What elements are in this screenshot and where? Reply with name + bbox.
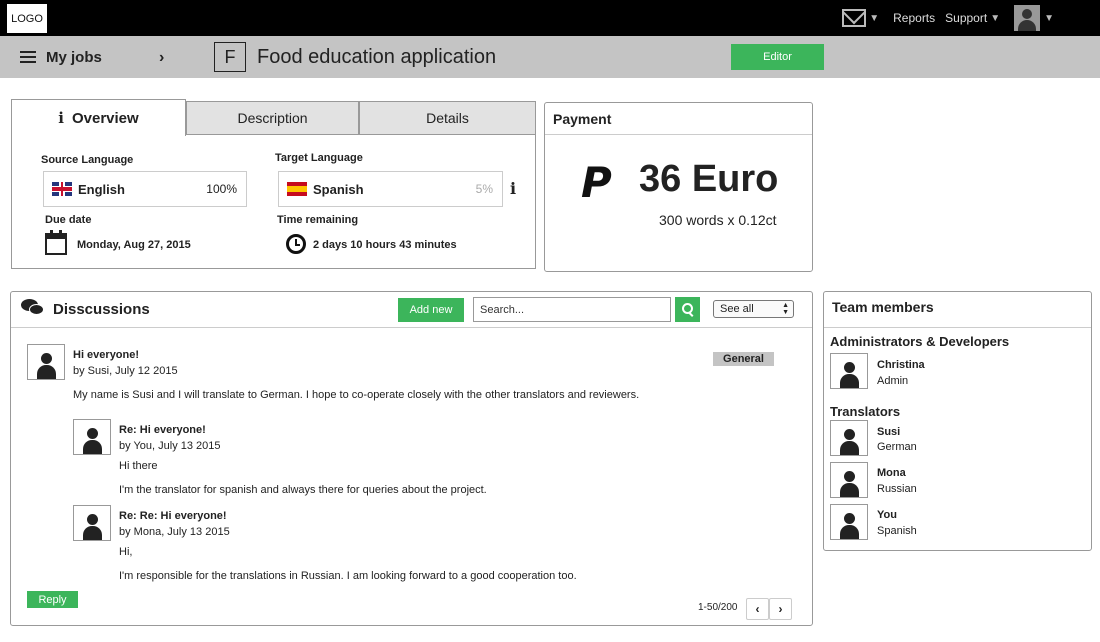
avatar[interactable] xyxy=(830,353,868,389)
post-title: Hi everyone! xyxy=(73,349,140,361)
discussions-title: Disscussions xyxy=(53,301,150,318)
avatar[interactable] xyxy=(73,419,111,455)
select-arrows-icon: ▲ ▼ xyxy=(782,302,789,316)
filter-value: See all xyxy=(720,303,754,315)
time-remaining-label: Time remaining xyxy=(277,214,359,226)
add-new-button[interactable]: Add new xyxy=(398,298,464,322)
user-avatar[interactable] xyxy=(1014,5,1041,31)
my-jobs-link[interactable]: My jobs xyxy=(46,49,102,66)
reports-label: Reports xyxy=(893,11,936,25)
top-right-menu: ▼ Reports Support ▼ ▼ xyxy=(842,0,1054,36)
job-header: My jobs › F Food education application E… xyxy=(0,36,1100,78)
tab-description[interactable]: Description xyxy=(186,101,359,135)
chevron-left-icon: ‹ xyxy=(755,602,760,616)
member-name[interactable]: You xyxy=(877,509,897,521)
discussions-header: Disscussions Add new See all ▲▼ xyxy=(11,292,812,328)
search-button[interactable] xyxy=(675,297,700,322)
tab-details-label: Details xyxy=(426,110,469,126)
info-icon[interactable]: i xyxy=(510,179,516,198)
due-date-label: Due date xyxy=(45,214,92,226)
avatar[interactable] xyxy=(830,420,868,456)
editor-button[interactable]: Editor xyxy=(731,44,824,70)
tab-description-label: Description xyxy=(237,110,308,126)
filter-select[interactable]: See all ▲ ▼ xyxy=(713,300,794,318)
post-body: I'm responsible for the translations in … xyxy=(119,570,577,582)
page-title: Food education application xyxy=(257,46,497,68)
chevron-right-icon: › xyxy=(159,49,165,66)
paypal-icon: P xyxy=(581,158,612,207)
target-language-label: Target Language xyxy=(275,152,363,164)
list-icon[interactable] xyxy=(20,51,36,63)
post-author: by Mona, July 13 2015 xyxy=(119,526,230,538)
source-language-label: Source Language xyxy=(41,154,134,166)
pagination-label: 1-50/200 xyxy=(698,602,738,613)
target-percent: 5% xyxy=(475,182,493,196)
avatar[interactable] xyxy=(73,505,111,541)
reply-button[interactable]: Reply xyxy=(27,591,78,608)
translators-section-title: Translators xyxy=(830,404,901,419)
member-role: Russian xyxy=(877,483,917,495)
post-title: Re: Re: Hi everyone! xyxy=(119,510,227,522)
tab-overview-label: Overview xyxy=(71,109,139,127)
chat-icon xyxy=(21,299,45,317)
source-language-value: English xyxy=(78,181,125,197)
post-author: by Susi, July 12 2015 xyxy=(73,365,178,377)
post-body: My name is Susi and I will translate to … xyxy=(73,389,640,401)
target-language-field[interactable]: Spanish 5% xyxy=(278,171,503,207)
calendar-icon xyxy=(45,230,67,255)
source-percent: 100% xyxy=(206,182,237,196)
team-title: Team members xyxy=(824,292,1091,328)
due-date-value: Monday, Aug 27, 2015 xyxy=(77,239,191,251)
job-initial-badge: F xyxy=(214,42,246,72)
category-badge: General xyxy=(713,352,774,366)
payment-title: Payment xyxy=(545,103,812,135)
logo[interactable]: LOGO xyxy=(7,4,47,33)
chevron-right-icon: › xyxy=(778,602,783,616)
chevron-down-icon[interactable]: ▼ xyxy=(869,13,879,24)
mail-icon[interactable] xyxy=(842,9,867,27)
tab-details[interactable]: Details xyxy=(359,101,536,135)
top-navbar: LOGO ▼ Reports Support ▼ ▼ xyxy=(0,0,1100,36)
payment-panel: Payment P 36 Euro 300 words x 0.12ct xyxy=(544,102,813,272)
support-label: Support xyxy=(945,11,988,25)
target-language-value: Spanish xyxy=(313,181,364,197)
post-body: Hi there xyxy=(119,460,158,472)
search-input[interactable] xyxy=(473,297,671,322)
avatar[interactable] xyxy=(830,462,868,498)
payment-rate: 300 words x 0.12ct xyxy=(659,212,777,228)
tab-overview[interactable]: i Overview xyxy=(11,99,186,136)
member-role: Spanish xyxy=(877,525,917,537)
discussions-panel: Disscussions Add new See all ▲▼ Hi every… xyxy=(10,291,813,626)
avatar[interactable] xyxy=(830,504,868,540)
support-menu[interactable]: Support ▼ xyxy=(945,11,1000,25)
uk-flag-icon xyxy=(52,182,72,196)
post-author: by You, July 13 2015 xyxy=(119,440,221,452)
member-role: German xyxy=(877,441,917,453)
source-language-field[interactable]: English 100% xyxy=(43,171,247,207)
spain-flag-icon xyxy=(287,182,307,196)
prev-page-button[interactable]: ‹ xyxy=(746,598,769,620)
payment-amount: 36 Euro xyxy=(639,158,779,200)
member-role: Admin xyxy=(877,375,909,387)
time-remaining-value: 2 days 10 hours 43 minutes xyxy=(313,239,457,251)
admins-section-title: Administrators & Developers xyxy=(830,334,1010,349)
reports-link[interactable]: Reports xyxy=(893,11,935,25)
overview-panel: Source Language English 100% Target Lang… xyxy=(11,134,536,269)
post-body: I'm the translator for spanish and alway… xyxy=(119,484,487,496)
post-title: Re: Hi everyone! xyxy=(119,424,206,436)
clock-icon xyxy=(286,234,306,254)
member-name[interactable]: Christina xyxy=(877,359,925,371)
member-name[interactable]: Susi xyxy=(877,426,900,438)
info-icon: i xyxy=(58,109,64,127)
chevron-down-icon: ▼ xyxy=(990,12,1001,24)
next-page-button[interactable]: › xyxy=(769,598,792,620)
post-body: Hi, xyxy=(119,546,133,558)
team-members-panel: Team members Administrators & Developers… xyxy=(823,291,1092,551)
avatar[interactable] xyxy=(27,344,65,380)
chevron-down-icon[interactable]: ▼ xyxy=(1044,13,1054,24)
overview-tabs: i Overview Description Details xyxy=(11,99,536,136)
member-name[interactable]: Mona xyxy=(877,467,906,479)
